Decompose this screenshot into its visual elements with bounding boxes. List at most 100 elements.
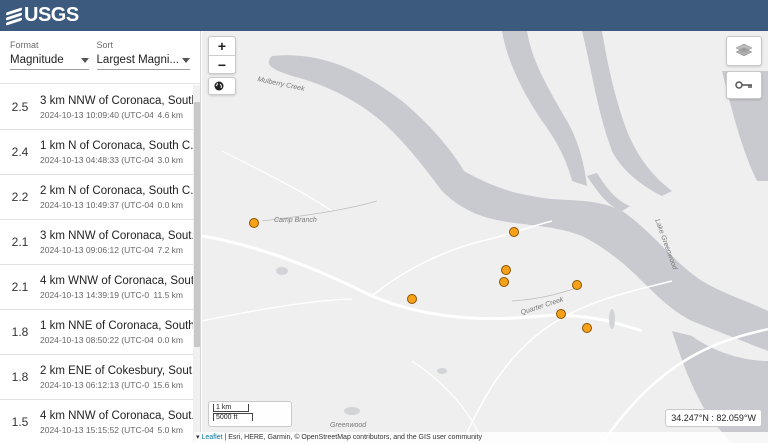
event-depth: 15.6 km xyxy=(152,379,183,390)
format-control[interactable]: Format Magnitude xyxy=(10,40,89,83)
list-item[interactable]: 2.1 4 km WNW of Coronaca, Sout... 2024-1… xyxy=(0,265,193,310)
event-place: 4 km WNW of Coronaca, Sout... xyxy=(40,274,193,287)
event-place: 2 km N of Coronaca, South C... xyxy=(40,184,193,197)
cursor-coordinates: 34.247°N : 82.059°W xyxy=(665,409,762,427)
event-time: 2024-10-13 06:12:13 (UTC-04:... xyxy=(40,379,149,390)
sort-control[interactable]: Sort Largest Magni... xyxy=(96,40,190,83)
list-item[interactable]: 2.4 1 km N of Coronaca, South C... 2024-… xyxy=(0,130,193,175)
sort-label: Sort xyxy=(96,40,114,50)
globe-icon xyxy=(214,81,224,91)
event-time: 2024-10-13 08:50:22 (UTC-04:... xyxy=(40,334,154,345)
scale-bar: 1 km 5000 ft xyxy=(208,401,292,427)
event-magnitude: 2.1 xyxy=(11,280,29,294)
creek xyxy=(511,285,583,302)
event-magnitude: 2.2 xyxy=(11,190,29,204)
pond xyxy=(276,267,288,275)
list-item[interactable]: 2.5 3 km NNW of Coronaca, South 2024-10-… xyxy=(0,85,193,130)
map-label-camp-branch: Camp Branch xyxy=(274,217,317,224)
pond xyxy=(344,407,360,415)
attribution-text: | Esri, HERE, Garmin, © OpenStreetMap co… xyxy=(222,434,482,441)
pond xyxy=(609,309,615,329)
format-value: Magnitude xyxy=(10,54,64,66)
event-magnitude: 1.8 xyxy=(11,325,29,339)
leaflet-link[interactable]: Leaflet xyxy=(201,434,222,441)
event-time: 2024-10-13 09:06:12 (UTC-04:... xyxy=(40,244,154,255)
earthquake-marker[interactable] xyxy=(501,265,511,275)
layers-button[interactable] xyxy=(726,36,762,66)
road-local xyxy=(411,360,483,443)
earthquake-marker[interactable] xyxy=(249,218,259,228)
earthquake-marker[interactable] xyxy=(582,323,592,333)
format-label: Format xyxy=(10,40,39,50)
list-item[interactable]: 1.8 2 km ENE of Cokesbury, Sout... 2024-… xyxy=(0,355,193,400)
event-place: 1 km NNE of Coronaca, South... xyxy=(40,319,193,332)
event-place: 4 km NNW of Coronaca, Sout... xyxy=(40,409,193,422)
road-secondary xyxy=(371,220,553,297)
earthquake-marker[interactable] xyxy=(407,294,417,304)
list-item[interactable]: 2.1 3 km NNW of Coronaca, Sout... 2024-1… xyxy=(0,220,193,265)
event-place: 1 km N of Coronaca, South C... xyxy=(40,139,193,152)
map-label-greenwood: Greenwood xyxy=(330,422,367,429)
scale-km: 1 km xyxy=(213,404,249,412)
event-place: 3 km NNW of Coronaca, South xyxy=(40,94,193,107)
zoom-in-button[interactable]: + xyxy=(209,37,235,56)
list-item[interactable]: 1.5 4 km NNW of Coronaca, Sout... 2024-1… xyxy=(0,400,193,443)
event-magnitude: 2.4 xyxy=(11,145,29,159)
lake-body xyxy=(268,55,768,351)
event-time: 2024-10-13 14:39:19 (UTC-0... xyxy=(40,289,150,300)
event-time: 2024-10-13 15:15:52 (UTC-04:... xyxy=(40,424,154,435)
event-time: 2024-10-13 10:49:37 (UTC-04:... xyxy=(40,199,154,210)
lake-arm-northeast xyxy=(582,31,672,196)
list-controls: Format Magnitude Sort Largest Magni... xyxy=(0,31,200,84)
earthquake-marker[interactable] xyxy=(556,309,566,319)
event-depth: 3.0 km xyxy=(157,154,183,165)
map-base xyxy=(202,31,768,443)
sidebar: Format Magnitude Sort Largest Magni... 2… xyxy=(0,31,201,443)
legend-button[interactable] xyxy=(726,71,762,99)
event-place: 3 km NNW of Coronaca, Sout... xyxy=(40,229,193,242)
road-secondary xyxy=(461,280,673,443)
event-depth: 0.0 km xyxy=(157,199,183,210)
lake-arm-north xyxy=(502,31,587,186)
event-magnitude: 1.8 xyxy=(11,370,29,384)
event-time: 2024-10-13 10:09:40 (UTC-04:... xyxy=(40,109,154,120)
scrollbar-thumb[interactable] xyxy=(194,102,200,347)
app-header: USGS xyxy=(0,0,768,31)
event-depth: 0.0 km xyxy=(157,334,183,345)
road-local xyxy=(221,150,333,212)
chevron-down-icon[interactable]: ▾ xyxy=(196,434,200,441)
pond xyxy=(437,368,447,374)
event-time: 2024-10-13 04:48:33 (UTC-04:... xyxy=(40,154,154,165)
format-select[interactable]: Magnitude xyxy=(10,54,89,70)
sort-value: Largest Magni... xyxy=(96,54,179,66)
world-view-button[interactable] xyxy=(208,77,236,95)
earthquake-marker[interactable] xyxy=(509,227,519,237)
event-place: 2 km ENE of Cokesbury, Sout... xyxy=(40,364,193,377)
road-local xyxy=(202,298,353,322)
event-depth: 5.0 km xyxy=(157,424,183,435)
chevron-down-icon xyxy=(80,57,89,63)
list-item[interactable]: 1.8 1 km NNE of Coronaca, South... 2024-… xyxy=(0,310,193,355)
sort-select[interactable]: Largest Magni... xyxy=(96,54,190,70)
usgs-logo-icon xyxy=(6,6,22,26)
event-list: 2.5 3 km NNW of Coronaca, South 2024-10-… xyxy=(0,85,193,443)
event-depth: 4.6 km xyxy=(157,109,183,120)
earthquake-marker[interactable] xyxy=(499,277,509,287)
event-depth: 7.2 km xyxy=(157,244,183,255)
list-item[interactable]: 2.2 2 km N of Coronaca, South C... 2024-… xyxy=(0,175,193,220)
logo-text: USGS xyxy=(24,4,79,26)
map-view[interactable]: Camp Branch Mulberry Creek Quarter Creek… xyxy=(202,31,768,443)
layers-icon xyxy=(735,43,753,57)
chevron-down-icon xyxy=(182,57,190,63)
key-icon xyxy=(735,81,752,89)
event-magnitude: 1.5 xyxy=(11,415,29,429)
usgs-logo[interactable]: USGS xyxy=(6,4,79,27)
zoom-out-button[interactable]: − xyxy=(209,56,235,75)
event-depth: 11.5 km xyxy=(153,289,183,300)
earthquake-marker[interactable] xyxy=(572,280,582,290)
zoom-control: + − xyxy=(208,36,236,74)
scale-ft: 5000 ft xyxy=(213,413,253,421)
event-magnitude: 2.5 xyxy=(11,100,29,114)
map-attribution: ▾ Leaflet | Esri, HERE, Garmin, © OpenSt… xyxy=(194,432,768,443)
list-scrollbar[interactable] xyxy=(193,85,200,443)
